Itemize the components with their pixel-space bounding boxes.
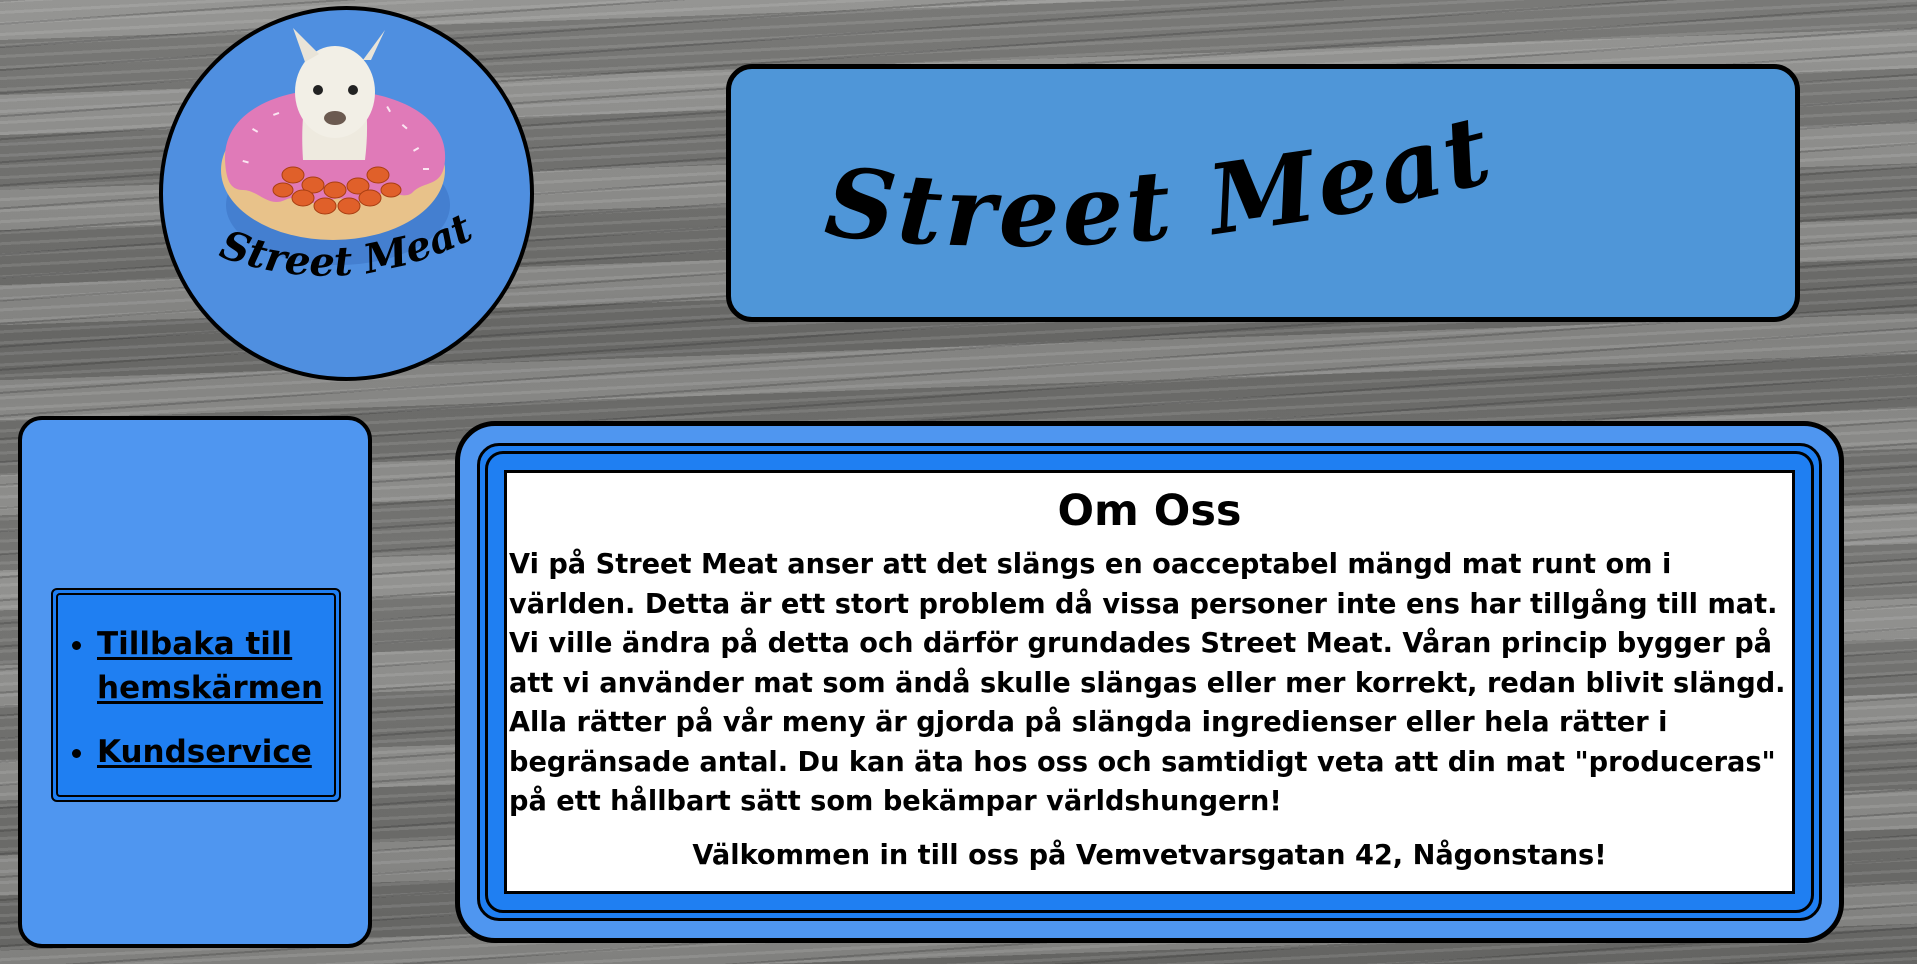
welcome-text: Välkommen in till oss på Vemvetvarsgatan… xyxy=(692,839,1607,871)
header-title-graphic: Street Meat xyxy=(821,92,1505,269)
content-frame: Om Oss Vi på Street Meat anser att det s… xyxy=(455,421,1844,943)
svg-text:Street Meat: Street Meat xyxy=(821,92,1505,269)
sidebar: Tillbaka till hemskärmen Kundservice xyxy=(18,416,372,948)
alpaca-donut-logo-icon: Street Meat xyxy=(215,28,480,286)
nav-item-customer-service: Kundservice xyxy=(97,730,339,774)
nav-list: Tillbaka till hemskärmen Kundservice xyxy=(53,622,339,794)
header-banner: Street Meat xyxy=(726,64,1800,322)
nav-link-customer-service[interactable]: Kundservice xyxy=(97,734,312,770)
logo: Street Meat xyxy=(159,6,534,381)
nav-link-home[interactable]: Tillbaka till hemskärmen xyxy=(97,626,323,706)
nav-box: Tillbaka till hemskärmen Kundservice xyxy=(51,588,341,802)
header-title: Street Meat xyxy=(821,92,1501,269)
about-title: Om Oss xyxy=(1057,486,1242,536)
about-text: Vi på Street Meat anser att det slängs e… xyxy=(509,549,1786,817)
about-panel: Om Oss Vi på Street Meat anser att det s… xyxy=(504,470,1795,894)
nav-item-home: Tillbaka till hemskärmen xyxy=(97,622,339,710)
